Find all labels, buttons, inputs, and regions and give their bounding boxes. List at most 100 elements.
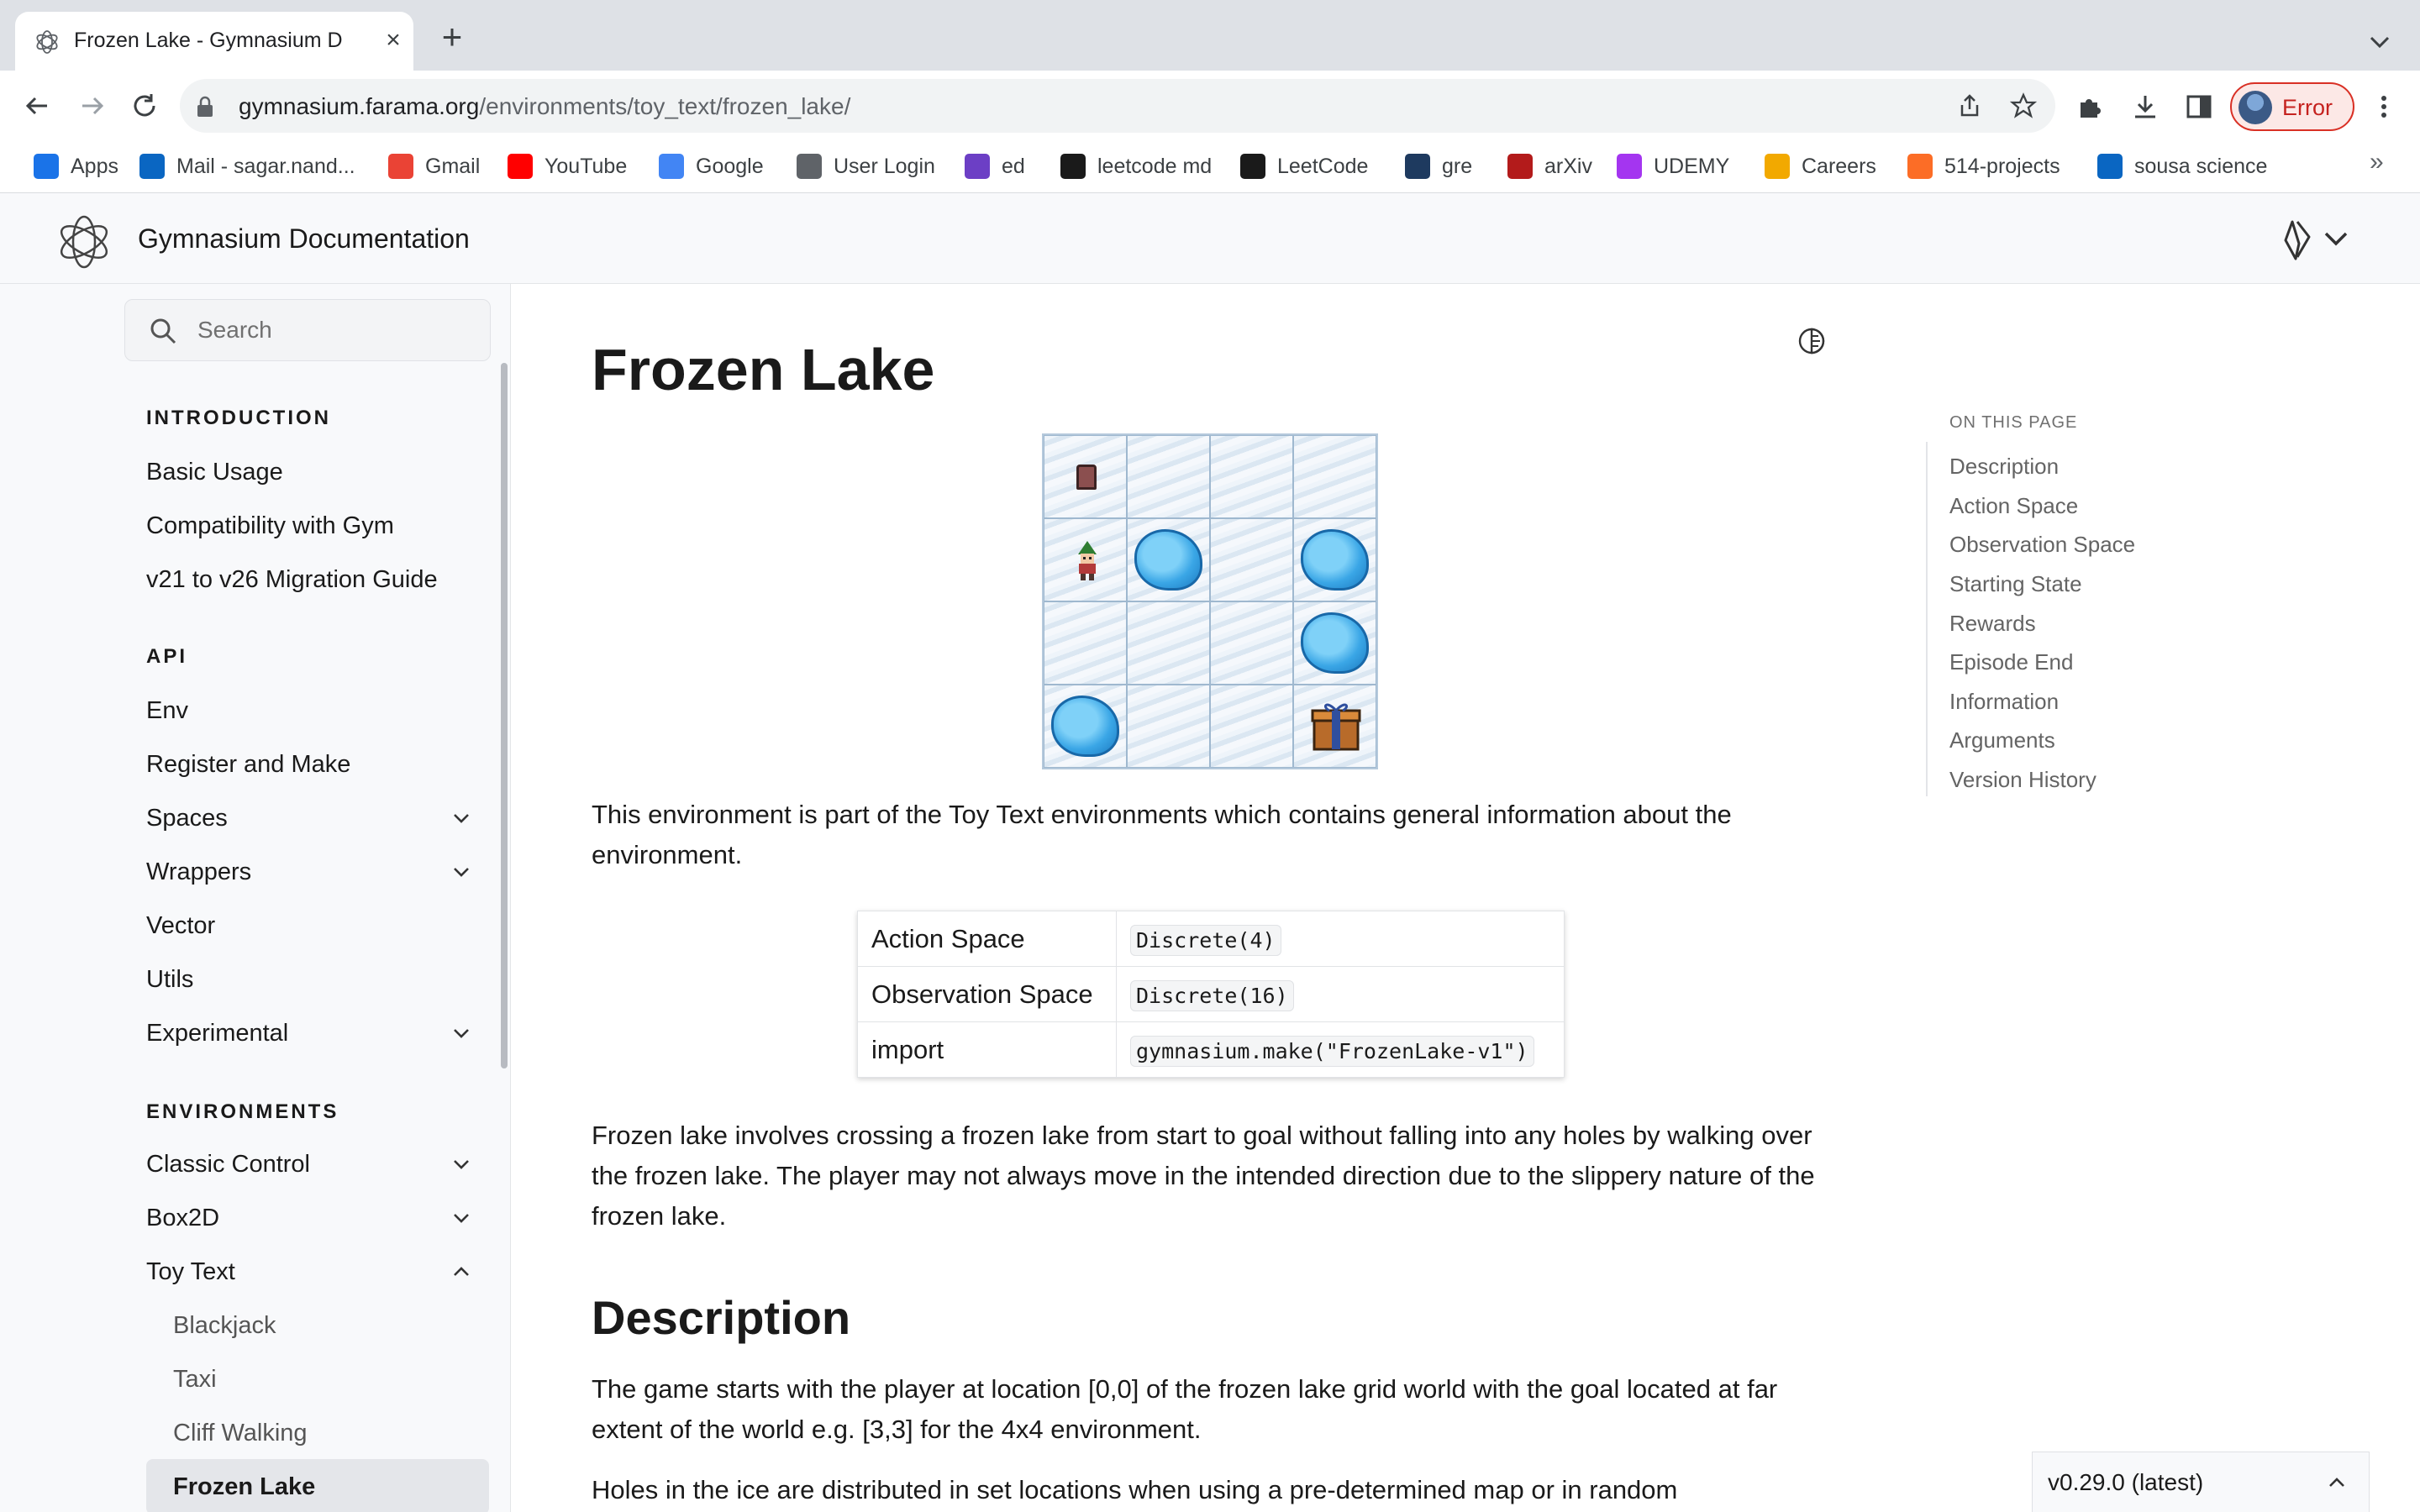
- side-panel-icon[interactable]: [2185, 92, 2213, 121]
- description-paragraph-1: The game starts with the player at locat…: [592, 1374, 1778, 1444]
- bookmark-youtube[interactable]: YouTube: [508, 151, 627, 181]
- nav-item-cliff-walking[interactable]: Cliff Walking: [173, 1412, 489, 1454]
- bookmark-apps[interactable]: Apps: [34, 151, 118, 181]
- forward-arrow-icon[interactable]: [76, 89, 109, 123]
- ice-hole-icon: [1301, 529, 1369, 591]
- toc-item-observation-space[interactable]: Observation Space: [1949, 532, 2135, 558]
- spec-value: Discrete(16): [1116, 966, 1565, 1022]
- ed-icon: [965, 154, 990, 179]
- nav-item-box2d[interactable]: Box2D: [146, 1197, 491, 1239]
- share-icon[interactable]: [1956, 92, 1983, 119]
- bookmark-udemy[interactable]: UDEMY: [1617, 151, 1729, 181]
- bookmark-star-icon[interactable]: [2010, 92, 2037, 119]
- nav-item-frozen-lake-current[interactable]: Frozen Lake: [146, 1459, 489, 1512]
- bookmark-user-login[interactable]: User Login: [797, 151, 935, 181]
- nav-caption-environments: ENVIRONMENTS: [146, 1100, 339, 1123]
- toc-item-episode-end[interactable]: Episode End: [1949, 649, 2073, 675]
- page-title: Frozen Lake: [592, 337, 935, 402]
- wrappers-expand-chevron-icon[interactable]: [449, 859, 474, 885]
- spec-key: Observation Space: [857, 966, 1117, 1022]
- box2d-expand-chevron-icon[interactable]: [449, 1205, 474, 1231]
- nav-item-compatibility-with-gym[interactable]: Compatibility with Gym: [146, 505, 491, 547]
- sidebar-scrollbar[interactable]: [501, 363, 508, 1068]
- profile-status-label: Error: [2282, 95, 2333, 120]
- nav-item-register-and-make[interactable]: Register and Make: [146, 743, 491, 785]
- nav-item-basic-usage[interactable]: Basic Usage: [146, 451, 491, 493]
- tab-close-icon[interactable]: ×: [378, 25, 408, 55]
- toc-item-rewards[interactable]: Rewards: [1949, 611, 2036, 637]
- nav-item-blackjack[interactable]: Blackjack: [173, 1305, 489, 1347]
- bookmark-label: Careers: [1802, 154, 1876, 178]
- new-tab-plus-icon[interactable]: +: [435, 19, 469, 55]
- gymnasium-logo-icon[interactable]: [54, 212, 114, 272]
- google-icon: [659, 154, 684, 179]
- nav-item-spaces[interactable]: Spaces: [146, 797, 491, 839]
- back-arrow-icon[interactable]: [20, 89, 54, 123]
- nav-item-toy-text[interactable]: Toy Text: [146, 1251, 491, 1293]
- toc-item-starting-state[interactable]: Starting State: [1949, 571, 2082, 597]
- download-icon[interactable]: [2131, 92, 2160, 121]
- nav-item-taxi[interactable]: Taxi: [173, 1358, 489, 1400]
- bookmark-careers[interactable]: Careers: [1765, 151, 1876, 181]
- bookmark-google[interactable]: Google: [659, 151, 764, 181]
- reload-icon[interactable]: [128, 89, 161, 123]
- nav-item-utils[interactable]: Utils: [146, 958, 491, 1000]
- bookmark-leetcode-md[interactable]: leetcode md: [1060, 151, 1212, 181]
- toc-item-description[interactable]: Description: [1949, 454, 2059, 480]
- search-input[interactable]: [197, 313, 466, 347]
- experimental-expand-chevron-icon[interactable]: [449, 1021, 474, 1046]
- description-paragraph-2: Holes in the ice are distributed in set …: [592, 1475, 1678, 1504]
- nav-item-frozen-lake-label: Frozen Lake: [173, 1473, 316, 1500]
- spec-value-code: Discrete(4): [1130, 924, 1281, 956]
- toc-item-information[interactable]: Information: [1949, 689, 2059, 715]
- spaces-expand-chevron-icon[interactable]: [449, 806, 474, 831]
- farama-projects-menu-icon[interactable]: [2284, 218, 2356, 260]
- nav-item-migration-guide[interactable]: v21 to v26 Migration Guide: [146, 559, 491, 601]
- profile-avatar: [2238, 91, 2272, 124]
- bookmark-ed[interactable]: ed: [965, 151, 1025, 181]
- sidebar-search[interactable]: [124, 299, 491, 361]
- browser-toolbar: gymnasium.farama.org/environments/toy_te…: [0, 71, 2420, 141]
- leetcode-icon: [1060, 154, 1086, 179]
- tab-search-chevron-icon[interactable]: [2363, 25, 2396, 59]
- toy-text-collapse-chevron-icon[interactable]: [449, 1259, 474, 1284]
- bookmark-sousa-science[interactable]: sousa science: [2097, 151, 2267, 181]
- url-text[interactable]: gymnasium.farama.org/environments/toy_te…: [239, 93, 850, 120]
- bookmarks-overflow-icon[interactable]: »: [2370, 148, 2384, 176]
- lake-cell: [1127, 601, 1210, 685]
- classic-control-expand-chevron-icon[interactable]: [449, 1152, 474, 1177]
- theme-toggle-icon[interactable]: [1797, 326, 1827, 356]
- browser-menu-icon[interactable]: [2370, 92, 2398, 121]
- spec-value: gymnasium.make("FrozenLake-v1"): [1116, 1021, 1565, 1078]
- browser-tab-active[interactable]: Frozen Lake - Gymnasium Documentation ×: [15, 12, 413, 71]
- bookmark-arxiv[interactable]: arXiv: [1507, 151, 1592, 181]
- bookmark-514-projects[interactable]: 514-projects: [1907, 151, 2060, 181]
- extensions-puzzle-icon[interactable]: [2075, 92, 2104, 121]
- bookmark-gmail[interactable]: Gmail: [388, 151, 480, 181]
- nav-item-env[interactable]: Env: [146, 690, 491, 732]
- bookmark-leetcode[interactable]: LeetCode: [1240, 151, 1368, 181]
- profile-error-button[interactable]: Error: [2230, 82, 2354, 131]
- gmail-icon: [388, 154, 413, 179]
- bookmark-mail-sagar-nand[interactable]: Mail - sagar.nand...: [139, 151, 355, 181]
- bookmark-label: sousa science: [2134, 154, 2268, 178]
- lake-cell: [1044, 518, 1127, 601]
- toc-item-version-history[interactable]: Version History: [1949, 767, 2096, 793]
- udemy-icon: [1617, 154, 1642, 179]
- toc-item-action-space[interactable]: Action Space: [1949, 493, 2078, 519]
- nav-item-classic-control[interactable]: Classic Control: [146, 1143, 491, 1185]
- spec-value-code: gymnasium.make("FrozenLake-v1"): [1130, 1035, 1534, 1067]
- nav-item-vector[interactable]: Vector: [146, 905, 491, 947]
- lake-cell: [1293, 435, 1376, 518]
- address-bar[interactable]: gymnasium.farama.org/environments/toy_te…: [180, 79, 2055, 133]
- toc-item-arguments[interactable]: Arguments: [1949, 727, 2055, 753]
- site-title[interactable]: Gymnasium Documentation: [138, 223, 470, 255]
- description-heading: Description: [592, 1291, 851, 1344]
- bookmark-gre[interactable]: gre: [1405, 151, 1472, 181]
- nav-item-wrappers[interactable]: Wrappers: [146, 851, 491, 893]
- toc-divider: [1926, 442, 1928, 796]
- lake-cell: [1210, 518, 1293, 601]
- version-selector[interactable]: v0.29.0 (latest): [2032, 1452, 2370, 1512]
- nav-item-experimental[interactable]: Experimental: [146, 1012, 491, 1054]
- lock-icon[interactable]: [195, 96, 215, 118]
